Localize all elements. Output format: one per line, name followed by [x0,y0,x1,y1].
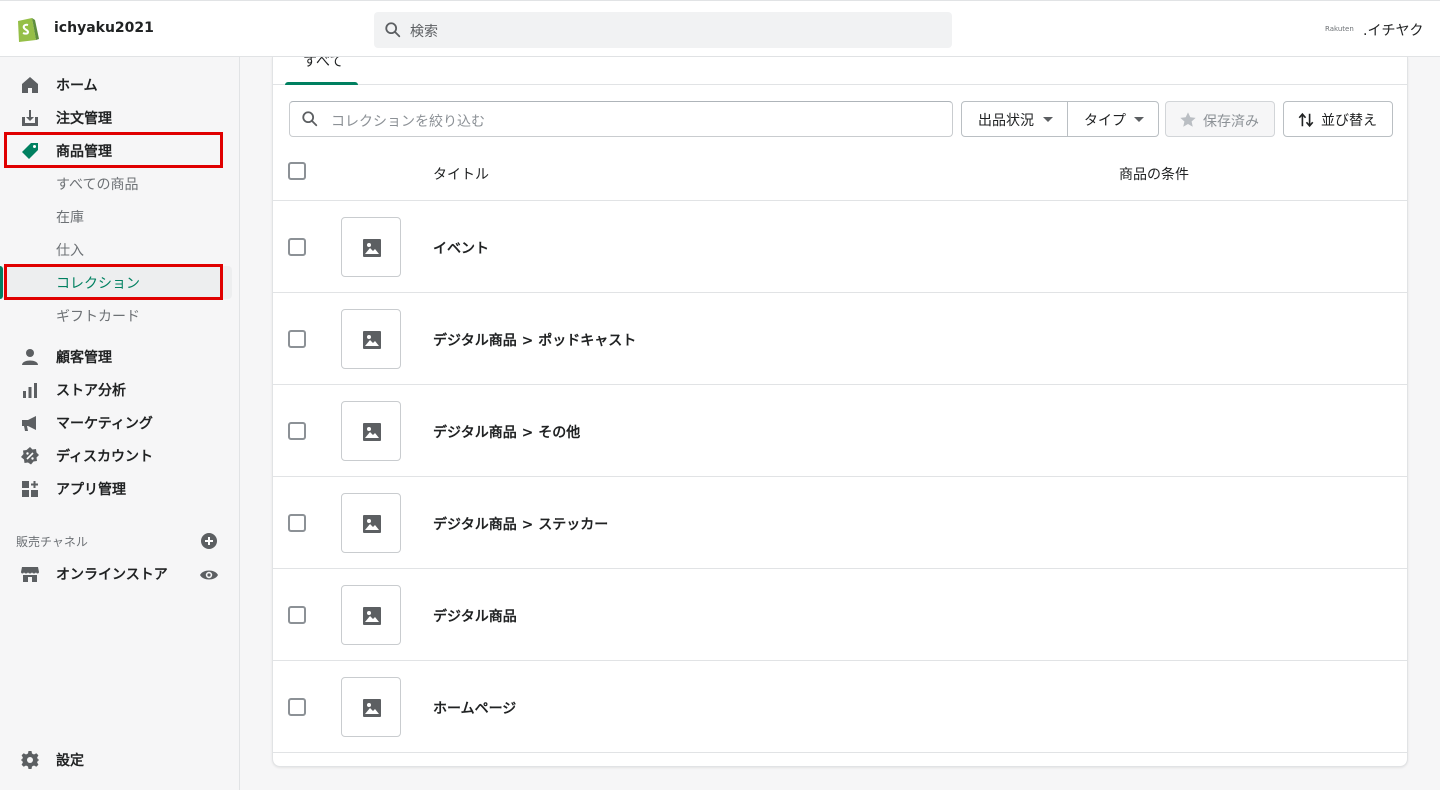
analytics-icon [23,383,37,398]
sub-gift-cards[interactable]: ギフトカード [0,299,232,332]
table-row[interactable]: イベント [273,201,1407,293]
caret-down-icon [1134,117,1144,122]
saved-button[interactable]: 保存済み [1165,101,1275,137]
collections-card: すべて コレクションを絞り込む 出品状況 タイプ 保存済み 並び替え タイトル … [272,57,1408,767]
type-filter-button[interactable]: タイプ [1068,102,1158,136]
nav-orders[interactable]: 注文管理 [0,101,232,134]
column-title[interactable]: タイトル [433,164,489,184]
collection-thumbnail [341,309,401,369]
image-placeholder-icon [363,331,381,349]
nav-analytics[interactable]: ストア分析 [0,373,232,406]
orders-icon [22,110,38,126]
store-name[interactable]: ichyaku2021 [54,20,154,36]
sub-purchase[interactable]: 仕入 [0,233,232,266]
collection-thumbnail [341,585,401,645]
add-channel-plus-icon[interactable] [200,532,218,550]
star-icon [1180,112,1196,127]
column-conditions: 商品の条件 [1119,167,1189,183]
filter-collections-input[interactable]: コレクションを絞り込む [289,101,953,137]
collection-thumbnail [341,677,401,737]
sales-channels-heading: 販売チャネル [16,535,88,549]
collection-thumbnail [341,493,401,553]
select-all-checkbox[interactable] [288,162,306,180]
nav-apps[interactable]: アプリ管理 [0,472,232,505]
nav-customers[interactable]: 顧客管理 [0,340,232,373]
view-store-eye-icon[interactable] [199,565,219,585]
image-placeholder-icon [363,515,381,533]
sub-all-products[interactable]: すべての商品 [0,167,232,200]
nav-home[interactable]: ホーム [0,68,232,101]
customer-icon [22,349,38,365]
image-placeholder-icon [363,423,381,441]
sort-button[interactable]: 並び替え [1283,101,1393,137]
collection-title[interactable]: デジタル商品 > ポッドキャスト [433,330,636,350]
shopify-logo-icon[interactable] [14,15,40,43]
discount-icon [21,447,39,465]
table-row[interactable]: デジタル商品 > ポッドキャスト [273,293,1407,385]
search-icon [302,111,318,127]
tab-bar: すべて [273,57,1407,85]
status-filter-button[interactable]: 出品状況 [962,102,1067,136]
apps-icon [22,481,38,497]
row-checkbox[interactable] [288,422,306,440]
collection-title[interactable]: デジタル商品 > その他 [433,422,580,442]
store-icon [21,567,39,582]
collection-thumbnail [341,217,401,277]
nav-discounts[interactable]: ディスカウント [0,439,232,472]
rakuten-logo: Rakuten [1325,25,1354,33]
megaphone-icon [22,416,36,431]
table-row[interactable]: ホームページ [273,661,1407,753]
caret-down-icon [1043,117,1053,122]
gear-icon [21,751,39,769]
user-menu[interactable]: .イチヤク [1363,20,1423,40]
filter-placeholder: コレクションを絞り込む [331,114,485,130]
sub-inventory[interactable]: 在庫 [0,200,232,233]
nav-online-store[interactable]: オンラインストア [0,557,232,590]
filter-button-group: 出品状況 タイプ [961,101,1159,137]
highlight-products [4,132,223,168]
table-row[interactable]: デジタル商品 > ステッカー [273,477,1407,569]
image-placeholder-icon [363,239,381,257]
row-checkbox[interactable] [288,698,306,716]
highlight-collections [4,264,223,300]
collection-thumbnail [341,401,401,461]
tab-underline [285,82,358,85]
table-row[interactable]: デジタル商品 > その他 [273,385,1407,477]
active-indicator [0,266,3,299]
collection-title[interactable]: ホームページ [433,698,516,718]
image-placeholder-icon [363,607,381,625]
table-header: タイトル 商品の条件 [273,153,1407,201]
search-icon [385,22,401,38]
row-checkbox[interactable] [288,514,306,532]
settings-label: 設定 [56,753,84,769]
tab-all[interactable]: すべて [285,57,358,85]
home-icon [22,77,38,93]
row-checkbox[interactable] [288,238,306,256]
image-placeholder-icon [363,699,381,717]
row-checkbox[interactable] [288,606,306,624]
nav-settings[interactable]: 設定 [0,743,232,776]
table-row[interactable]: デジタル商品 [273,569,1407,661]
search-placeholder: 検索 [410,24,438,40]
row-checkbox[interactable] [288,330,306,348]
global-search-input[interactable]: 検索 [374,12,952,48]
collection-title[interactable]: デジタル商品 [433,606,517,626]
collection-title[interactable]: イベント [433,238,489,258]
top-bar: ichyaku2021 検索 Rakuten .イチヤク [0,0,1440,57]
nav-marketing[interactable]: マーケティング [0,406,232,439]
collection-title[interactable]: デジタル商品 > ステッカー [433,514,608,534]
sort-arrows-icon [1298,112,1314,128]
